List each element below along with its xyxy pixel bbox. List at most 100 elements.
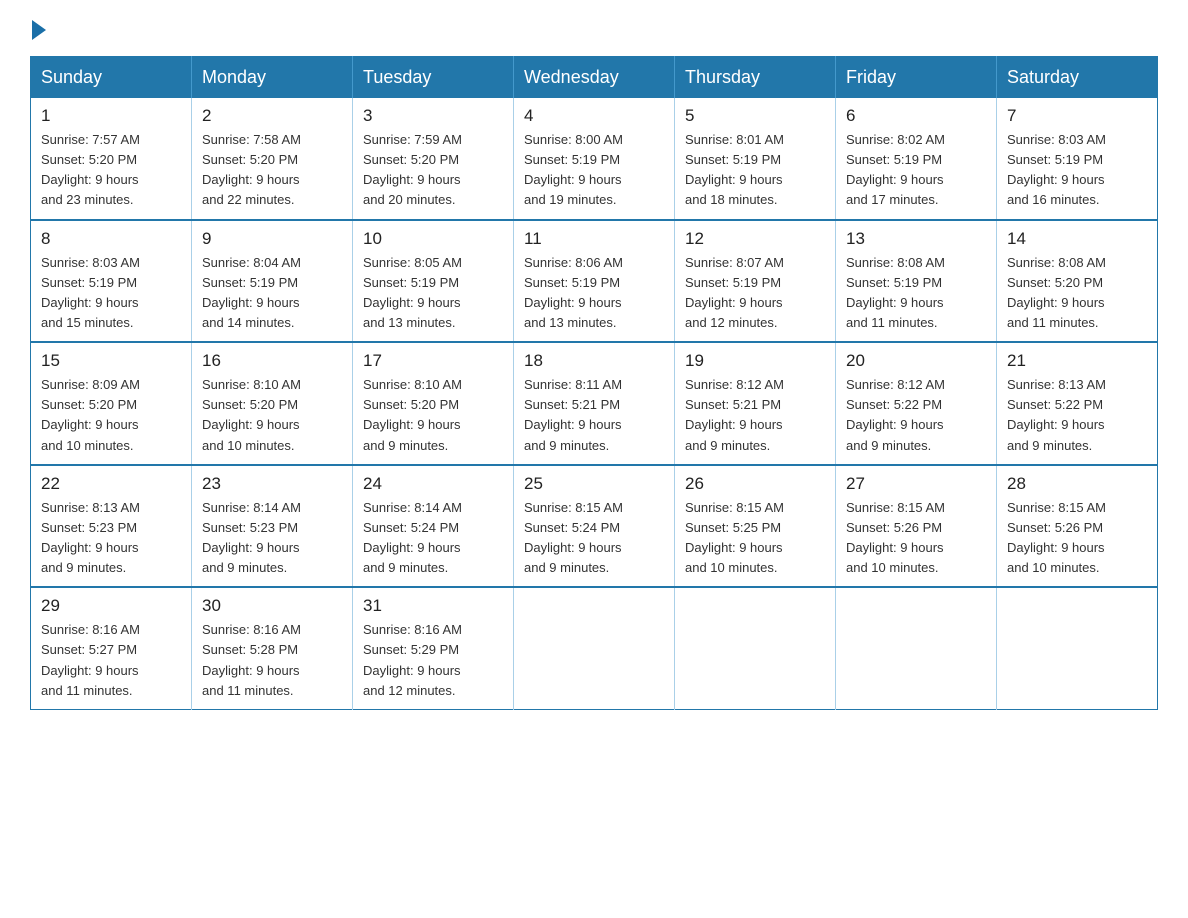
calendar-cell bbox=[836, 587, 997, 709]
day-info: Sunrise: 8:15 AMSunset: 5:26 PMDaylight:… bbox=[846, 500, 945, 575]
calendar-cell: 30 Sunrise: 8:16 AMSunset: 5:28 PMDaylig… bbox=[192, 587, 353, 709]
calendar-week-row: 8 Sunrise: 8:03 AMSunset: 5:19 PMDayligh… bbox=[31, 220, 1158, 343]
calendar-cell bbox=[675, 587, 836, 709]
calendar-cell: 1 Sunrise: 7:57 AMSunset: 5:20 PMDayligh… bbox=[31, 98, 192, 220]
day-number: 22 bbox=[41, 474, 181, 494]
day-info: Sunrise: 8:15 AMSunset: 5:24 PMDaylight:… bbox=[524, 500, 623, 575]
day-number: 17 bbox=[363, 351, 503, 371]
calendar-cell: 11 Sunrise: 8:06 AMSunset: 5:19 PMDaylig… bbox=[514, 220, 675, 343]
day-number: 5 bbox=[685, 106, 825, 126]
column-header-thursday: Thursday bbox=[675, 57, 836, 99]
day-number: 30 bbox=[202, 596, 342, 616]
day-number: 6 bbox=[846, 106, 986, 126]
calendar-cell: 28 Sunrise: 8:15 AMSunset: 5:26 PMDaylig… bbox=[997, 465, 1158, 588]
day-info: Sunrise: 8:13 AMSunset: 5:22 PMDaylight:… bbox=[1007, 377, 1106, 452]
day-info: Sunrise: 7:58 AMSunset: 5:20 PMDaylight:… bbox=[202, 132, 301, 207]
calendar-cell: 12 Sunrise: 8:07 AMSunset: 5:19 PMDaylig… bbox=[675, 220, 836, 343]
day-info: Sunrise: 8:16 AMSunset: 5:29 PMDaylight:… bbox=[363, 622, 462, 697]
day-number: 19 bbox=[685, 351, 825, 371]
calendar-week-row: 29 Sunrise: 8:16 AMSunset: 5:27 PMDaylig… bbox=[31, 587, 1158, 709]
calendar-week-row: 15 Sunrise: 8:09 AMSunset: 5:20 PMDaylig… bbox=[31, 342, 1158, 465]
calendar-cell: 23 Sunrise: 8:14 AMSunset: 5:23 PMDaylig… bbox=[192, 465, 353, 588]
day-info: Sunrise: 8:14 AMSunset: 5:23 PMDaylight:… bbox=[202, 500, 301, 575]
calendar-cell: 2 Sunrise: 7:58 AMSunset: 5:20 PMDayligh… bbox=[192, 98, 353, 220]
day-number: 12 bbox=[685, 229, 825, 249]
day-info: Sunrise: 8:16 AMSunset: 5:27 PMDaylight:… bbox=[41, 622, 140, 697]
day-info: Sunrise: 8:15 AMSunset: 5:25 PMDaylight:… bbox=[685, 500, 784, 575]
calendar-cell: 21 Sunrise: 8:13 AMSunset: 5:22 PMDaylig… bbox=[997, 342, 1158, 465]
column-header-friday: Friday bbox=[836, 57, 997, 99]
day-info: Sunrise: 8:14 AMSunset: 5:24 PMDaylight:… bbox=[363, 500, 462, 575]
column-header-saturday: Saturday bbox=[997, 57, 1158, 99]
day-number: 11 bbox=[524, 229, 664, 249]
calendar-cell: 6 Sunrise: 8:02 AMSunset: 5:19 PMDayligh… bbox=[836, 98, 997, 220]
page-header bbox=[30, 20, 1158, 40]
day-number: 2 bbox=[202, 106, 342, 126]
day-number: 27 bbox=[846, 474, 986, 494]
logo bbox=[30, 20, 48, 40]
calendar-week-row: 22 Sunrise: 8:13 AMSunset: 5:23 PMDaylig… bbox=[31, 465, 1158, 588]
day-info: Sunrise: 8:00 AMSunset: 5:19 PMDaylight:… bbox=[524, 132, 623, 207]
day-info: Sunrise: 8:16 AMSunset: 5:28 PMDaylight:… bbox=[202, 622, 301, 697]
day-info: Sunrise: 8:08 AMSunset: 5:20 PMDaylight:… bbox=[1007, 255, 1106, 330]
column-header-sunday: Sunday bbox=[31, 57, 192, 99]
calendar-cell: 27 Sunrise: 8:15 AMSunset: 5:26 PMDaylig… bbox=[836, 465, 997, 588]
day-info: Sunrise: 8:06 AMSunset: 5:19 PMDaylight:… bbox=[524, 255, 623, 330]
day-number: 13 bbox=[846, 229, 986, 249]
calendar-cell: 25 Sunrise: 8:15 AMSunset: 5:24 PMDaylig… bbox=[514, 465, 675, 588]
day-number: 4 bbox=[524, 106, 664, 126]
day-number: 9 bbox=[202, 229, 342, 249]
calendar-cell: 24 Sunrise: 8:14 AMSunset: 5:24 PMDaylig… bbox=[353, 465, 514, 588]
calendar-cell: 15 Sunrise: 8:09 AMSunset: 5:20 PMDaylig… bbox=[31, 342, 192, 465]
column-header-monday: Monday bbox=[192, 57, 353, 99]
day-info: Sunrise: 7:59 AMSunset: 5:20 PMDaylight:… bbox=[363, 132, 462, 207]
calendar-week-row: 1 Sunrise: 7:57 AMSunset: 5:20 PMDayligh… bbox=[31, 98, 1158, 220]
calendar-cell: 18 Sunrise: 8:11 AMSunset: 5:21 PMDaylig… bbox=[514, 342, 675, 465]
calendar-cell: 17 Sunrise: 8:10 AMSunset: 5:20 PMDaylig… bbox=[353, 342, 514, 465]
day-number: 20 bbox=[846, 351, 986, 371]
day-info: Sunrise: 8:04 AMSunset: 5:19 PMDaylight:… bbox=[202, 255, 301, 330]
calendar-header-row: SundayMondayTuesdayWednesdayThursdayFrid… bbox=[31, 57, 1158, 99]
calendar-cell: 14 Sunrise: 8:08 AMSunset: 5:20 PMDaylig… bbox=[997, 220, 1158, 343]
calendar-cell bbox=[997, 587, 1158, 709]
day-info: Sunrise: 8:03 AMSunset: 5:19 PMDaylight:… bbox=[41, 255, 140, 330]
column-header-tuesday: Tuesday bbox=[353, 57, 514, 99]
calendar-cell: 19 Sunrise: 8:12 AMSunset: 5:21 PMDaylig… bbox=[675, 342, 836, 465]
day-number: 24 bbox=[363, 474, 503, 494]
day-info: Sunrise: 8:09 AMSunset: 5:20 PMDaylight:… bbox=[41, 377, 140, 452]
calendar-cell: 10 Sunrise: 8:05 AMSunset: 5:19 PMDaylig… bbox=[353, 220, 514, 343]
day-info: Sunrise: 8:05 AMSunset: 5:19 PMDaylight:… bbox=[363, 255, 462, 330]
day-number: 23 bbox=[202, 474, 342, 494]
day-info: Sunrise: 8:02 AMSunset: 5:19 PMDaylight:… bbox=[846, 132, 945, 207]
calendar-cell bbox=[514, 587, 675, 709]
day-info: Sunrise: 8:03 AMSunset: 5:19 PMDaylight:… bbox=[1007, 132, 1106, 207]
day-info: Sunrise: 8:15 AMSunset: 5:26 PMDaylight:… bbox=[1007, 500, 1106, 575]
day-info: Sunrise: 8:10 AMSunset: 5:20 PMDaylight:… bbox=[363, 377, 462, 452]
day-number: 8 bbox=[41, 229, 181, 249]
day-number: 18 bbox=[524, 351, 664, 371]
day-number: 31 bbox=[363, 596, 503, 616]
day-info: Sunrise: 8:07 AMSunset: 5:19 PMDaylight:… bbox=[685, 255, 784, 330]
calendar-cell: 8 Sunrise: 8:03 AMSunset: 5:19 PMDayligh… bbox=[31, 220, 192, 343]
day-number: 3 bbox=[363, 106, 503, 126]
day-info: Sunrise: 8:12 AMSunset: 5:22 PMDaylight:… bbox=[846, 377, 945, 452]
calendar-cell: 4 Sunrise: 8:00 AMSunset: 5:19 PMDayligh… bbox=[514, 98, 675, 220]
day-number: 7 bbox=[1007, 106, 1147, 126]
column-header-wednesday: Wednesday bbox=[514, 57, 675, 99]
calendar-cell: 31 Sunrise: 8:16 AMSunset: 5:29 PMDaylig… bbox=[353, 587, 514, 709]
calendar-cell: 5 Sunrise: 8:01 AMSunset: 5:19 PMDayligh… bbox=[675, 98, 836, 220]
calendar-table: SundayMondayTuesdayWednesdayThursdayFrid… bbox=[30, 56, 1158, 710]
calendar-cell: 22 Sunrise: 8:13 AMSunset: 5:23 PMDaylig… bbox=[31, 465, 192, 588]
day-number: 28 bbox=[1007, 474, 1147, 494]
calendar-cell: 9 Sunrise: 8:04 AMSunset: 5:19 PMDayligh… bbox=[192, 220, 353, 343]
logo-triangle-icon bbox=[32, 20, 46, 40]
day-info: Sunrise: 7:57 AMSunset: 5:20 PMDaylight:… bbox=[41, 132, 140, 207]
day-info: Sunrise: 8:11 AMSunset: 5:21 PMDaylight:… bbox=[524, 377, 622, 452]
calendar-cell: 26 Sunrise: 8:15 AMSunset: 5:25 PMDaylig… bbox=[675, 465, 836, 588]
day-info: Sunrise: 8:12 AMSunset: 5:21 PMDaylight:… bbox=[685, 377, 784, 452]
calendar-cell: 16 Sunrise: 8:10 AMSunset: 5:20 PMDaylig… bbox=[192, 342, 353, 465]
day-number: 26 bbox=[685, 474, 825, 494]
calendar-cell: 7 Sunrise: 8:03 AMSunset: 5:19 PMDayligh… bbox=[997, 98, 1158, 220]
day-number: 15 bbox=[41, 351, 181, 371]
day-number: 10 bbox=[363, 229, 503, 249]
